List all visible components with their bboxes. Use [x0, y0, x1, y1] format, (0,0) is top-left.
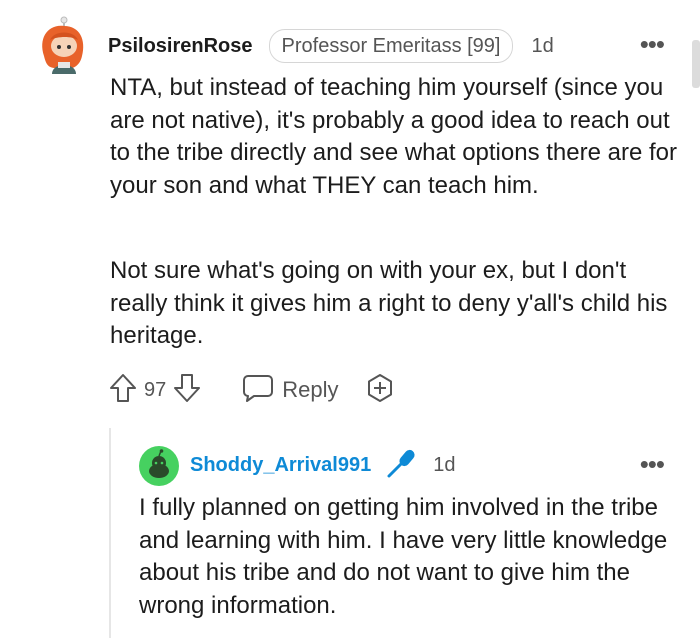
comment-time: 1d — [531, 34, 554, 57]
award-button[interactable] — [365, 373, 395, 408]
reply-bubble-icon — [242, 373, 274, 408]
reply-header: Shoddy_Arrival991 1d — [190, 449, 456, 480]
avatar[interactable] — [36, 16, 86, 76]
upvote-icon[interactable] — [108, 372, 138, 409]
downvote-icon[interactable] — [172, 372, 202, 409]
microphone-icon — [385, 447, 419, 484]
user-flair: Professor Emeritass [99] — [268, 29, 514, 63]
comment-header: PsilosirenRose Professor Emeritass [99] … — [108, 29, 554, 63]
reply-author[interactable]: Shoddy_Arrival991 — [190, 454, 371, 477]
reply-avatar[interactable] — [139, 446, 179, 486]
scrollbar[interactable] — [692, 40, 700, 88]
reply-time: 1d — [433, 453, 456, 476]
award-add-icon — [365, 373, 395, 408]
more-options-icon[interactable]: ••• — [640, 451, 665, 477]
vote-count: 97 — [144, 378, 167, 401]
snoo-avatar-icon — [139, 446, 179, 486]
comment-actions: 97 Reply — [108, 372, 395, 408]
reply-text: I fully planned on getting him involved … — [139, 494, 668, 619]
more-options-icon[interactable]: ••• — [640, 31, 665, 57]
thread-line[interactable] — [109, 428, 111, 638]
avatar-icon — [42, 16, 84, 74]
comment-paragraph-1: NTA, but instead of teaching him yoursel… — [110, 74, 677, 199]
reply-button[interactable]: Reply — [242, 373, 339, 408]
comment-paragraph-2: Not sure what's going on with your ex, b… — [110, 257, 668, 349]
comment-author[interactable]: PsilosirenRose — [108, 35, 253, 58]
reply-label: Reply — [282, 377, 339, 402]
